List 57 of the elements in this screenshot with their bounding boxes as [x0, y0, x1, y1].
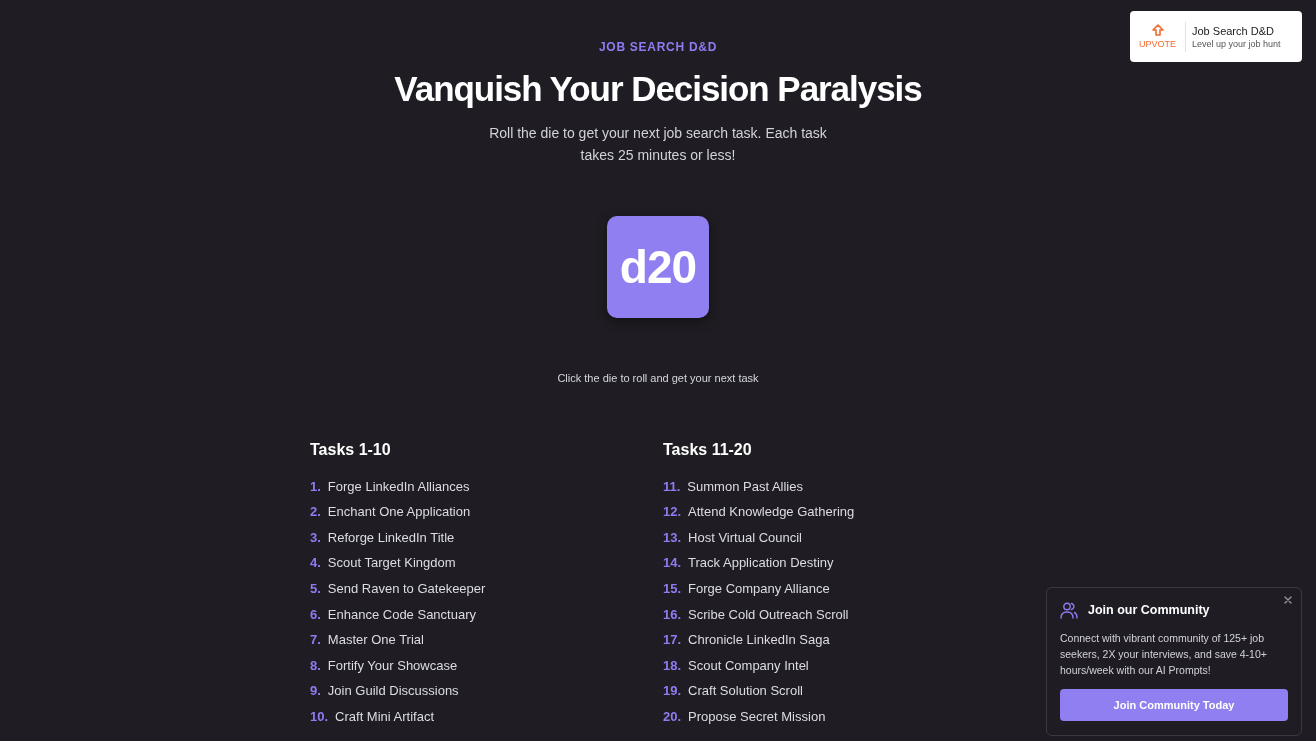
task-number: 17. [663, 631, 682, 650]
join-community-button[interactable]: Join Community Today [1060, 688, 1288, 721]
product-name: Job Search D&D [1192, 23, 1275, 38]
task-label: Scribe Cold Outreach Scroll [688, 605, 849, 624]
task-number: 8. [310, 656, 321, 675]
task-number: 12. [663, 503, 682, 522]
task-number: 4. [310, 554, 321, 573]
task-label: Send Raven to Gatekeeper [327, 579, 486, 598]
users-icon [1060, 601, 1078, 619]
task-number: 9. [310, 682, 321, 701]
upvote-badge[interactable]: UPVOTE Job Search D&D Level up your job hunt [1130, 11, 1302, 62]
task-number: 19. [663, 682, 682, 701]
task-number: 14. [663, 554, 682, 573]
task-number: 1. [310, 477, 321, 496]
task-label: Forge Company Alliance [688, 579, 830, 598]
task-label: Join Guild Discussions [327, 682, 459, 701]
task-label: Attend Knowledge Gathering [688, 503, 855, 522]
task-number: 5. [310, 579, 321, 598]
upvote-label: UPVOTE [1139, 39, 1176, 49]
task-list-heading: Tasks 1-10 [310, 439, 392, 460]
task-label: Track Application Destiny [688, 554, 834, 573]
task-number: 20. [663, 707, 682, 726]
task-label: Propose Secret Mission [688, 707, 826, 726]
task-label: Host Virtual Council [688, 528, 802, 547]
eyebrow-label: JOB SEARCH D&D [598, 39, 718, 56]
close-icon[interactable] [1283, 595, 1293, 605]
task-label: Craft Mini Artifact [335, 707, 435, 726]
task-list-heading: Tasks 11-20 [663, 439, 753, 460]
page-title: Vanquish Your Decision Paralysis [394, 68, 922, 110]
task-number: 10. [310, 707, 329, 726]
popup-description: Connect with vibrant community of 125+ job seekers, 2X your interviews, and save 4-10+ hours/week with our AI Prompts! [1060, 630, 1268, 678]
task-label: Forge LinkedIn Alliances [327, 477, 470, 496]
task-label: Enchant One Application [327, 503, 471, 522]
task-number: 2. [310, 503, 321, 522]
task-number: 3. [310, 528, 321, 547]
task-label: Reforge LinkedIn Title [327, 528, 455, 547]
task-label: Fortify Your Showcase [327, 656, 458, 675]
task-label: Summon Past Allies [687, 477, 803, 496]
task-label: Chronicle LinkedIn Saga [688, 631, 830, 650]
task-label: Enhance Code Sanctuary [327, 605, 476, 624]
task-label: Master One Trial [327, 631, 424, 650]
task-label: Craft Solution Scroll [688, 682, 803, 701]
task-label: Scout Target Kingdom [327, 554, 456, 573]
task-label: Scout Company Intel [688, 656, 809, 675]
upvote-arrow-icon [1151, 24, 1164, 36]
page-subtitle: Roll the die to get your next job search task. Each task takes 25 minutes or less! [488, 124, 828, 165]
task-number: 7. [310, 631, 321, 650]
task-number: 16. [663, 605, 682, 624]
task-number: 15. [663, 579, 682, 598]
task-number: 18. [663, 656, 682, 675]
task-number: 6. [310, 605, 321, 624]
popup-title: Join our Community [1088, 602, 1210, 619]
task-number: 11. [663, 477, 681, 496]
product-tagline: Level up your job hunt [1192, 37, 1281, 50]
roll-hint: Click the die to roll and get your next task [557, 371, 759, 386]
task-number: 13. [663, 528, 682, 547]
die-button[interactable]: d20 [607, 216, 709, 318]
